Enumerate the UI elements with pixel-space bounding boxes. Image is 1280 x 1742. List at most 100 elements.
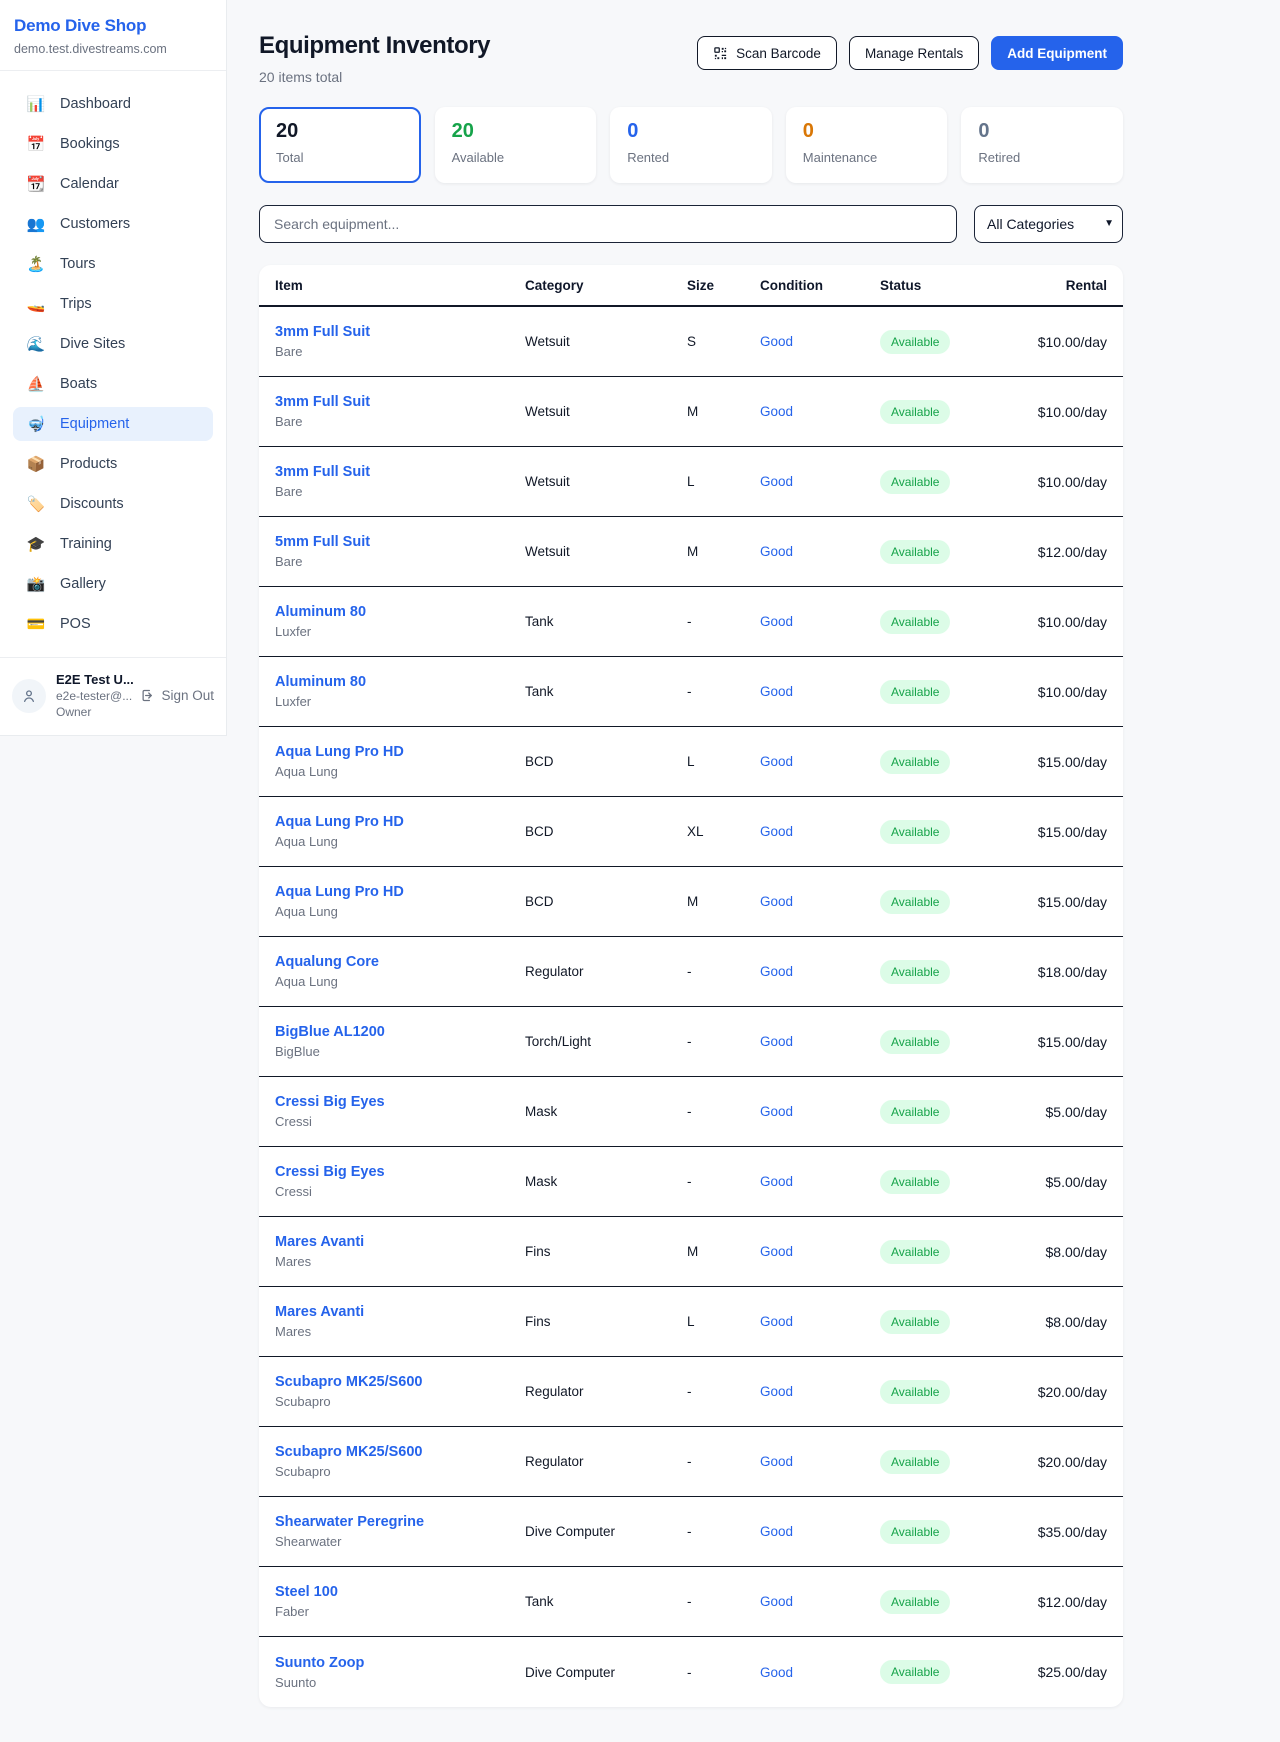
condition-link[interactable]: Good (760, 754, 880, 769)
cell-status: Available (880, 1030, 1027, 1054)
item-name-link[interactable]: Aluminum 80 (275, 604, 525, 620)
condition-link[interactable]: Good (760, 614, 880, 629)
item-name-link[interactable]: Steel 100 (275, 1584, 525, 1600)
sidebar-item-boats[interactable]: ⛵Boats (13, 367, 213, 401)
item-name-link[interactable]: BigBlue AL1200 (275, 1024, 525, 1040)
cell-rental: $10.00/day (1027, 614, 1107, 630)
table-row: 3mm Full SuitBareWetsuitLGoodAvailable$1… (259, 447, 1123, 517)
page-header: Equipment Inventory 20 items total (259, 32, 1123, 85)
cell-item: Aluminum 80Luxfer (275, 604, 525, 639)
item-name-link[interactable]: Scubapro MK25/S600 (275, 1444, 525, 1460)
cell-status: Available (880, 1520, 1027, 1544)
condition-link[interactable]: Good (760, 1594, 880, 1609)
status-badge: Available (880, 330, 950, 354)
stat-card-retired[interactable]: 0Retired (961, 107, 1123, 183)
sidebar-item-pos[interactable]: 💳POS (13, 607, 213, 641)
condition-link[interactable]: Good (760, 684, 880, 699)
bookings-icon: 📅 (26, 135, 46, 153)
cell-category: Fins (525, 1244, 687, 1259)
items-total-subtitle: 20 items total (259, 69, 490, 85)
cell-item: 3mm Full SuitBare (275, 394, 525, 429)
item-name-link[interactable]: Aqualung Core (275, 954, 525, 970)
sidebar-item-products[interactable]: 📦Products (13, 447, 213, 481)
condition-link[interactable]: Good (760, 1034, 880, 1049)
sidebar-item-label: POS (60, 616, 91, 632)
status-badge: Available (880, 540, 950, 564)
sidebar-item-label: Dive Sites (60, 336, 125, 352)
condition-link[interactable]: Good (760, 1104, 880, 1119)
condition-link[interactable]: Good (760, 1384, 880, 1399)
table-row: Steel 100FaberTank-GoodAvailable$12.00/d… (259, 1567, 1123, 1637)
scan-barcode-button[interactable]: Scan Barcode (697, 36, 837, 70)
add-equipment-button[interactable]: Add Equipment (991, 36, 1123, 70)
sidebar-item-gallery[interactable]: 📸Gallery (13, 567, 213, 601)
item-name-link[interactable]: Cressi Big Eyes (275, 1164, 525, 1180)
cell-rental: $15.00/day (1027, 824, 1107, 840)
brand-title[interactable]: Demo Dive Shop (14, 16, 212, 36)
sidebar-item-calendar[interactable]: 📆Calendar (13, 167, 213, 201)
item-name-link[interactable]: Shearwater Peregrine (275, 1514, 525, 1530)
condition-link[interactable]: Good (760, 1244, 880, 1259)
sidebar-item-discounts[interactable]: 🏷️Discounts (13, 487, 213, 521)
status-badge: Available (880, 1310, 950, 1334)
condition-link[interactable]: Good (760, 544, 880, 559)
condition-link[interactable]: Good (760, 404, 880, 419)
condition-link[interactable]: Good (760, 824, 880, 839)
cell-item: Suunto ZoopSuunto (275, 1655, 525, 1690)
dashboard-icon: 📊 (26, 95, 46, 113)
item-brand: Cressi (275, 1184, 525, 1199)
cell-size: - (687, 1174, 760, 1189)
condition-link[interactable]: Good (760, 334, 880, 349)
condition-link[interactable]: Good (760, 474, 880, 489)
item-name-link[interactable]: Mares Avanti (275, 1234, 525, 1250)
stat-value: 20 (452, 120, 580, 143)
item-name-link[interactable]: Aqua Lung Pro HD (275, 814, 525, 830)
sidebar-item-customers[interactable]: 👥Customers (13, 207, 213, 241)
item-name-link[interactable]: Mares Avanti (275, 1304, 525, 1320)
cell-item: Scubapro MK25/S600Scubapro (275, 1374, 525, 1409)
sidebar-item-dashboard[interactable]: 📊 Dashboard (13, 87, 213, 121)
condition-link[interactable]: Good (760, 1665, 880, 1680)
item-name-link[interactable]: Aluminum 80 (275, 674, 525, 690)
cell-rental: $25.00/day (1027, 1664, 1107, 1680)
sign-out-button[interactable]: Sign Out (140, 688, 214, 703)
item-name-link[interactable]: Cressi Big Eyes (275, 1094, 525, 1110)
item-name-link[interactable]: 3mm Full Suit (275, 324, 525, 340)
sidebar-item-bookings[interactable]: 📅 Bookings (13, 127, 213, 161)
sidebar-item-dive-sites[interactable]: 🌊Dive Sites (13, 327, 213, 361)
search-input[interactable] (259, 205, 957, 243)
category-select-wrap: All Categories ▼ (974, 205, 1123, 243)
user-role: Owner (56, 705, 130, 719)
stat-card-rented[interactable]: 0Rented (610, 107, 772, 183)
condition-link[interactable]: Good (760, 1454, 880, 1469)
item-name-link[interactable]: 3mm Full Suit (275, 394, 525, 410)
cell-item: 3mm Full SuitBare (275, 324, 525, 359)
condition-link[interactable]: Good (760, 1524, 880, 1539)
item-name-link[interactable]: Aqua Lung Pro HD (275, 884, 525, 900)
sidebar-item-label: Bookings (60, 136, 120, 152)
stat-label: Maintenance (803, 150, 931, 165)
cell-status: Available (880, 680, 1027, 704)
item-name-link[interactable]: 3mm Full Suit (275, 464, 525, 480)
category-select[interactable]: All Categories (974, 205, 1123, 243)
stat-card-total[interactable]: 20Total (259, 107, 421, 183)
item-name-link[interactable]: Aqua Lung Pro HD (275, 744, 525, 760)
sidebar-item-equipment[interactable]: 🤿Equipment (13, 407, 213, 441)
condition-link[interactable]: Good (760, 1174, 880, 1189)
condition-link[interactable]: Good (760, 964, 880, 979)
sidebar-item-tours[interactable]: 🏝️Tours (13, 247, 213, 281)
sidebar-item-trips[interactable]: 🚤Trips (13, 287, 213, 321)
item-name-link[interactable]: Scubapro MK25/S600 (275, 1374, 525, 1390)
manage-rentals-button[interactable]: Manage Rentals (849, 36, 979, 70)
item-name-link[interactable]: Suunto Zoop (275, 1655, 525, 1671)
condition-link[interactable]: Good (760, 894, 880, 909)
stat-card-maintenance[interactable]: 0Maintenance (786, 107, 948, 183)
condition-link[interactable]: Good (760, 1314, 880, 1329)
cell-status: Available (880, 1450, 1027, 1474)
sidebar-item-training[interactable]: 🎓Training (13, 527, 213, 561)
item-name-link[interactable]: 5mm Full Suit (275, 534, 525, 550)
sidebar-item-label: Dashboard (60, 96, 131, 112)
stat-card-available[interactable]: 20Available (435, 107, 597, 183)
cell-category: Wetsuit (525, 334, 687, 349)
cell-size: - (687, 1034, 760, 1049)
